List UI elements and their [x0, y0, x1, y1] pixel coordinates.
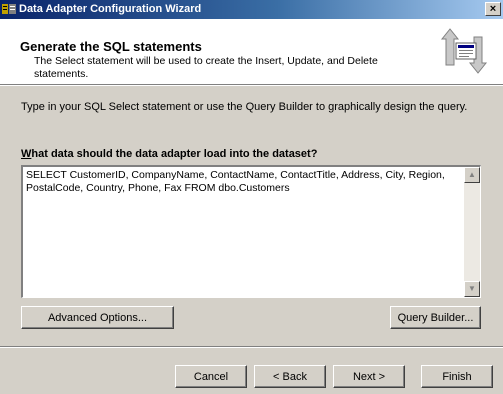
footer-separator-highlight [0, 347, 503, 348]
page-title: Generate the SQL statements [20, 39, 202, 54]
finish-button[interactable]: Finish [421, 365, 493, 388]
sql-textbox[interactable]: SELECT CustomerID, CompanyName, ContactN… [21, 165, 481, 298]
back-button[interactable]: < Back [254, 365, 326, 388]
cancel-button[interactable]: Cancel [175, 365, 247, 388]
wizard-header: Generate the SQL statements The Select s… [0, 19, 503, 85]
access-key: W [21, 148, 32, 160]
next-button[interactable]: Next > [333, 365, 405, 388]
sql-statement[interactable]: SELECT CustomerID, CompanyName, ContactN… [26, 169, 451, 195]
sql-prompt-text: hat data should the data adapter load in… [31, 148, 318, 160]
query-builder-button[interactable]: Query Builder... [390, 306, 481, 329]
title-bar: Data Adapter Configuration Wizard × [0, 0, 503, 19]
close-icon[interactable]: × [490, 3, 496, 15]
app-icon [2, 4, 16, 14]
window-title: Data Adapter Configuration Wizard [19, 3, 202, 15]
page-subtitle: The Select statement will be used to cre… [34, 55, 378, 80]
header-separator [0, 85, 503, 86]
scroll-down-icon[interactable]: ▼ [464, 281, 480, 297]
scroll-up-icon[interactable]: ▲ [464, 167, 480, 183]
instruction-text: Type in your SQL Select statement or use… [21, 101, 468, 113]
sql-prompt-label: What data should the data adapter load i… [21, 148, 317, 160]
wizard-arrows-icon [436, 25, 492, 77]
vertical-scrollbar[interactable]: ▲ ▼ [464, 167, 480, 297]
advanced-options-button[interactable]: Advanced Options... [21, 306, 174, 329]
close-button[interactable]: × [485, 2, 501, 16]
